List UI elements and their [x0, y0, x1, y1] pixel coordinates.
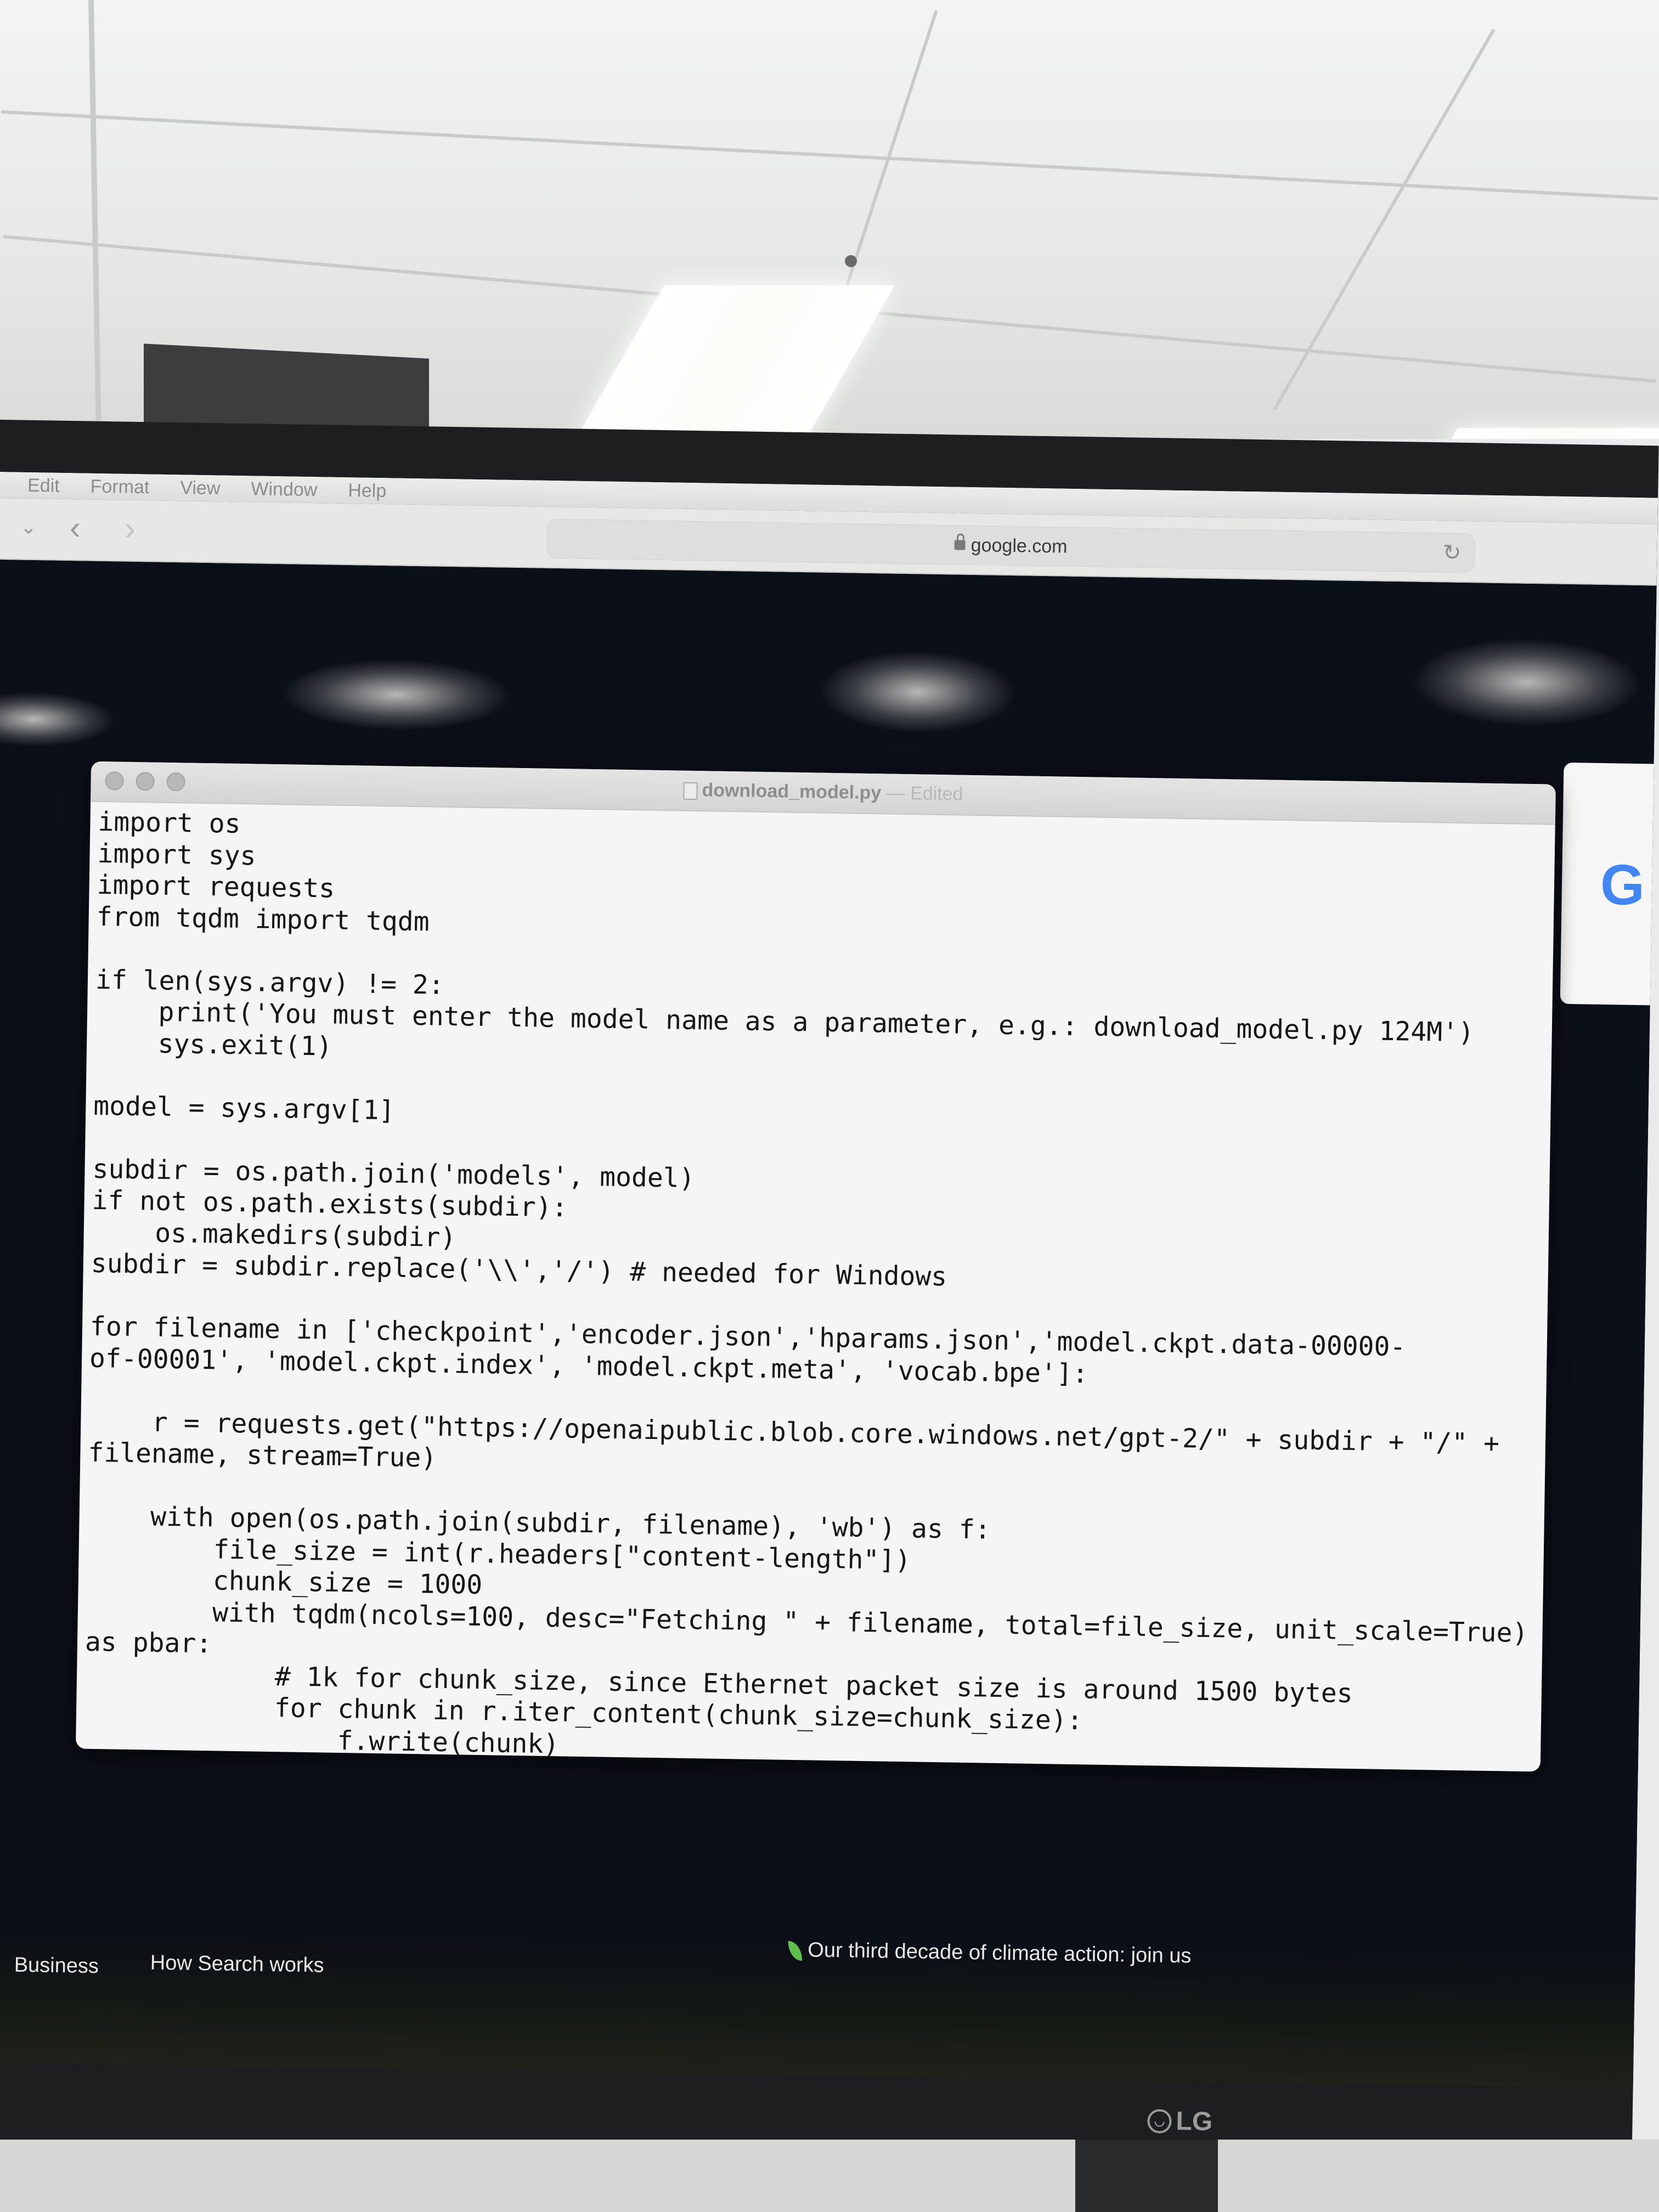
screen-glare [280, 657, 512, 732]
google-panel: G [1560, 762, 1658, 1006]
office-ceiling [0, 0, 1659, 439]
ceiling-grid-line [88, 0, 101, 439]
lg-mark-icon: ◡ [1147, 2108, 1172, 2134]
monitor-brand: LG [1176, 2107, 1213, 2137]
menu-edit[interactable]: Edit [27, 475, 60, 496]
window-filename: download_model.py [702, 780, 882, 804]
back-icon[interactable]: ‹ [69, 509, 81, 546]
google-logo[interactable]: G [1600, 853, 1645, 917]
monitor-logo: ◡ LG [1147, 2106, 1213, 2137]
leaf-icon [788, 1940, 803, 1961]
text-editor-window[interactable]: download_model.py — Edited import os imp… [75, 761, 1556, 1772]
ceiling-grid-line [1273, 29, 1496, 410]
monitor: Edit Format View Window Help ⌄ ‹ › googl… [0, 420, 1659, 2196]
reload-icon[interactable]: ↻ [1443, 540, 1462, 566]
footer-how-search-works-link[interactable]: How Search works [150, 1951, 324, 1978]
desk-surface [0, 2140, 1659, 2212]
screen-glare [1410, 636, 1643, 729]
menu-format[interactable]: Format [90, 476, 149, 498]
ceiling-grid-line [1, 110, 1658, 201]
address-bar[interactable]: google.com ↻ [546, 518, 1476, 573]
sprinkler [845, 255, 857, 267]
ceiling-light [1438, 428, 1659, 439]
lock-icon [954, 540, 966, 550]
footer-business-link[interactable]: Business [14, 1954, 99, 1978]
screen-glare [0, 690, 117, 748]
monitor-screen: Edit Format View Window Help ⌄ ‹ › googl… [0, 471, 1658, 2089]
screen-glare [818, 649, 1017, 735]
ceiling-light [575, 285, 895, 439]
document-icon [683, 782, 698, 800]
menu-view[interactable]: View [180, 477, 221, 499]
menu-window[interactable]: Window [251, 478, 318, 501]
forward-icon[interactable]: › [124, 510, 136, 547]
sidebar-chevron-icon[interactable]: ⌄ [20, 511, 37, 544]
code-text-area[interactable]: import os import sys import requests fro… [76, 802, 1555, 1772]
window-edited-status: — Edited [886, 782, 963, 805]
menu-help[interactable]: Help [348, 479, 387, 501]
monitor-stand [1075, 2140, 1218, 2212]
address-text: google.com [970, 534, 1068, 557]
